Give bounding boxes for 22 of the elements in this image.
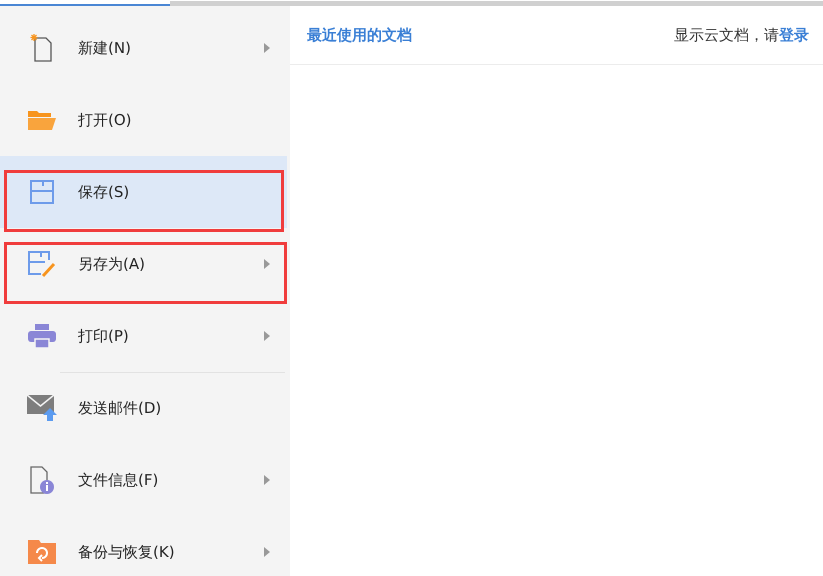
- login-link[interactable]: 登录: [779, 26, 809, 44]
- menu-item[interactable]: 新建(N): [0, 12, 290, 84]
- envelope-upload-icon: [26, 394, 58, 422]
- new-document-icon: [30, 33, 54, 63]
- menu-item[interactable]: 备份与恢复(K): [0, 516, 290, 576]
- folder-icon: [27, 109, 57, 131]
- document-info-icon: [29, 465, 55, 495]
- submenu-arrow-icon: [264, 331, 270, 341]
- submenu-arrow-icon: [264, 547, 270, 557]
- cloud-hint-text: 显示云文档，请: [674, 26, 779, 44]
- submenu-arrow-icon: [264, 43, 270, 53]
- backup-folder-icon: [27, 539, 57, 565]
- printer-icon: [27, 323, 57, 349]
- floppy-pencil-icon: [27, 250, 57, 278]
- menu-item[interactable]: 打印(P): [0, 300, 290, 372]
- menu-item[interactable]: 另存为(A): [0, 228, 290, 300]
- menu-item[interactable]: 文件信息(F): [0, 444, 290, 516]
- menu-item[interactable]: 打开(O): [0, 84, 290, 156]
- recent-documents-title: 最近使用的文档: [307, 26, 412, 44]
- menu-item[interactable]: 发送邮件(D): [0, 372, 290, 444]
- submenu-arrow-icon: [264, 475, 270, 485]
- submenu-arrow-icon: [264, 259, 270, 269]
